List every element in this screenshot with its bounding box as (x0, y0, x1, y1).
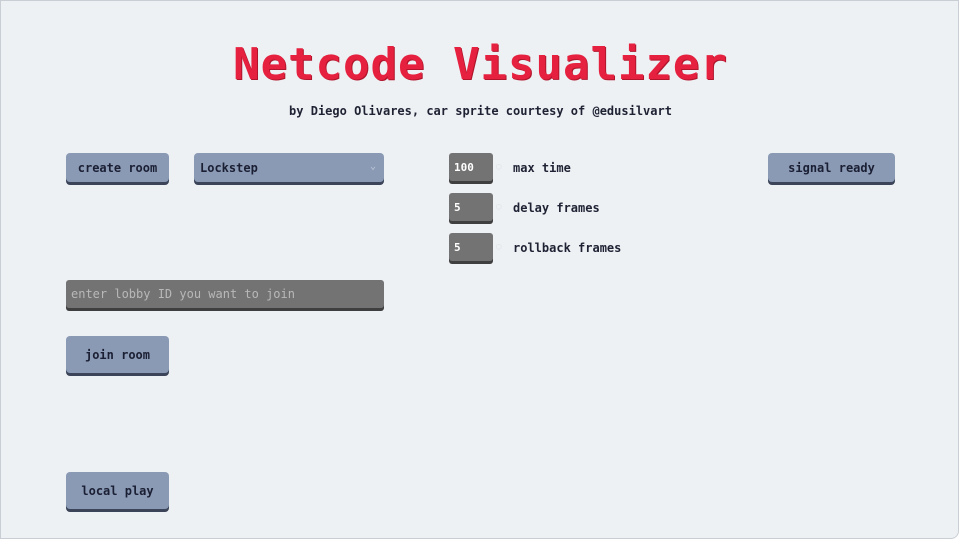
max-time-spinner-icon[interactable]: ◯ (496, 161, 504, 173)
rollback-frames-value: 5 (454, 240, 461, 254)
max-time-label: max time (513, 161, 571, 175)
page-subtitle: by Diego Olivares, car sprite courtesy o… (289, 104, 672, 118)
join-room-button[interactable]: join room (66, 336, 169, 373)
rollback-frames-label: rollback frames (513, 241, 622, 255)
delay-frames-spinner-icon[interactable]: ◯ (496, 201, 504, 213)
lobby-id-input[interactable]: enter lobby ID you want to join (66, 280, 384, 308)
delay-frames-label: delay frames (513, 201, 600, 215)
rollback-frames-spinner-icon[interactable]: ◯ (496, 241, 504, 253)
join-room-label: join room (84, 347, 151, 362)
lobby-id-placeholder: enter lobby ID you want to join (71, 287, 295, 301)
signal-ready-button[interactable]: signal ready (768, 153, 895, 182)
create-room-label: create room (77, 160, 158, 175)
app-window: Netcode Visualizer by Diego Olivares, ca… (0, 0, 959, 539)
local-play-button[interactable]: local play (66, 472, 169, 509)
page-title: Netcode Visualizer (233, 39, 728, 90)
rollback-frames-input[interactable]: 5 (449, 233, 493, 261)
delay-frames-value: 5 (454, 200, 461, 214)
chevron-down-icon: ⌄ (369, 161, 376, 172)
local-play-label: local play (81, 483, 154, 498)
create-room-button[interactable]: create room (66, 153, 169, 182)
max-time-input[interactable]: 100 (449, 153, 493, 181)
netcode-mode-value: Lockstep (200, 160, 258, 175)
netcode-mode-select[interactable]: Lockstep ⌄ (194, 153, 384, 182)
delay-frames-input[interactable]: 5 (449, 193, 493, 221)
signal-ready-label: signal ready (788, 160, 875, 175)
max-time-value: 100 (454, 160, 474, 174)
